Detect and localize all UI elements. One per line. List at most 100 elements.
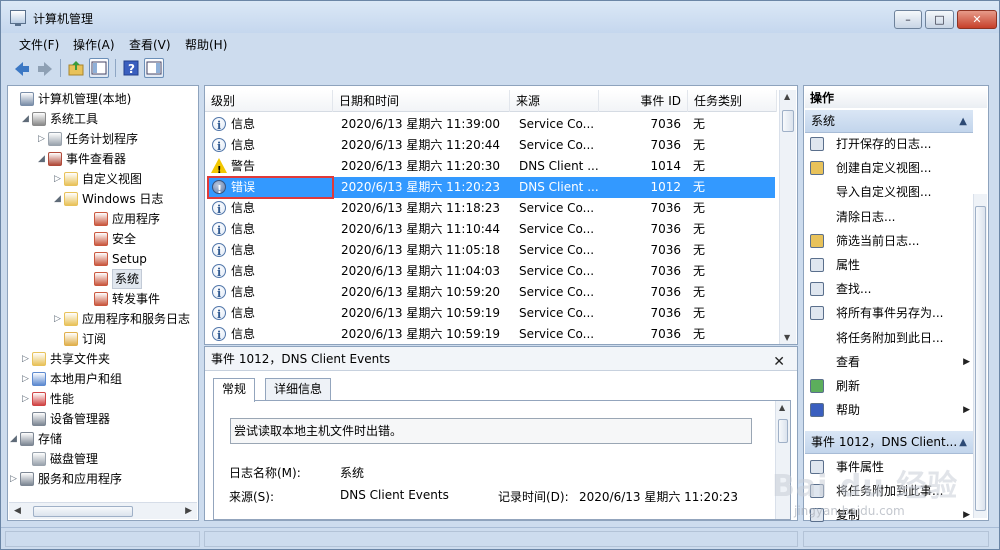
- scrollbar-thumb[interactable]: [778, 419, 788, 443]
- scroll-up-icon[interactable]: ▲: [784, 92, 790, 101]
- show-hide-tree-button[interactable]: [89, 58, 109, 78]
- action-item[interactable]: 导入自定义视图...: [808, 181, 972, 203]
- action-item[interactable]: 刷新: [808, 375, 972, 397]
- tree-item[interactable]: 计算机管理(本地): [8, 89, 194, 109]
- tree-item[interactable]: ▷ 性能: [8, 389, 194, 409]
- event-row[interactable]: 信息 2020/6/13 星期六 11:04:03 Service Co... 703…: [207, 261, 775, 283]
- tree-item[interactable]: ▷ 任务计划程序: [8, 129, 194, 149]
- event-level: 信息: [231, 285, 256, 299]
- back-button[interactable]: [11, 58, 31, 78]
- close-detail-icon[interactable]: ✕: [773, 350, 785, 374]
- actions-group-event[interactable]: 事件 1012，DNS Client... ▲: [805, 431, 973, 454]
- action-item[interactable]: 打开保存的日志...: [808, 133, 972, 155]
- tree-item-label: 订阅: [82, 332, 107, 346]
- event-id: 7036: [650, 306, 681, 320]
- expand-arrow-icon[interactable]: ▷: [38, 129, 48, 149]
- column-header-event-id[interactable]: 事件 ID: [599, 90, 688, 112]
- expand-arrow-icon[interactable]: ▷: [54, 169, 64, 189]
- computer-icon: [20, 92, 34, 106]
- action-item[interactable]: 查找...: [808, 278, 972, 300]
- tree-horizontal-scrollbar[interactable]: ◀ ▶: [9, 502, 197, 519]
- scrollbar-thumb[interactable]: [975, 206, 986, 511]
- expand-arrow-icon[interactable]: ▷: [10, 469, 20, 489]
- actions-group-system[interactable]: 系统 ▲: [805, 110, 973, 133]
- tree-item[interactable]: ▷ 服务和应用程序: [8, 469, 194, 489]
- actions-vertical-scrollbar[interactable]: [973, 194, 987, 518]
- up-level-button[interactable]: [66, 58, 86, 78]
- tree-item[interactable]: Setup: [8, 249, 194, 269]
- event-source: Service Co...: [519, 138, 595, 152]
- tree-item[interactable]: 订阅: [8, 329, 194, 349]
- tree-item[interactable]: ◢ Windows 日志: [8, 189, 194, 209]
- action-item[interactable]: 帮助 ▶: [808, 399, 972, 421]
- tree-item[interactable]: ◢ 事件查看器: [8, 149, 194, 169]
- scrollbar-thumb[interactable]: [33, 506, 133, 517]
- action-item[interactable]: 清除日志...: [808, 206, 972, 228]
- tree-item[interactable]: ▷ 应用程序和服务日志: [8, 309, 194, 329]
- column-header-source[interactable]: 来源: [510, 90, 599, 112]
- actions-header: 操作: [805, 88, 987, 108]
- minimize-button[interactable]: –: [894, 10, 922, 29]
- tree-item[interactable]: ▷ 自定义视图: [8, 169, 194, 189]
- close-button[interactable]: ✕: [957, 10, 997, 29]
- action-item[interactable]: 将任务附加到此日...: [808, 327, 972, 349]
- tree-item[interactable]: 设备管理器: [8, 409, 194, 429]
- event-row[interactable]: 信息 2020/6/13 星期六 11:05:18 Service Co... 703…: [207, 240, 775, 262]
- event-row[interactable]: 信息 2020/6/13 星期六 11:10:44 Service Co... 703…: [207, 219, 775, 241]
- event-datetime: 2020/6/13 星期六 11:39:00: [341, 117, 501, 131]
- menu-view[interactable]: 查看(V): [129, 36, 171, 53]
- action-item[interactable]: 筛选当前日志...: [808, 230, 972, 252]
- tree-item[interactable]: ◢ 系统工具: [8, 109, 194, 129]
- menu-action[interactable]: 操作(A): [73, 36, 115, 53]
- expand-arrow-icon[interactable]: ▷: [54, 309, 64, 329]
- tree-item[interactable]: 磁盘管理: [8, 449, 194, 469]
- tree-item[interactable]: 系统: [8, 269, 194, 289]
- tab-details[interactable]: 详细信息: [265, 378, 332, 401]
- tree-item[interactable]: 安全: [8, 229, 194, 249]
- collapse-arrow-icon[interactable]: ◢: [54, 189, 64, 209]
- event-level: 信息: [231, 138, 256, 152]
- help-toolbar-button[interactable]: ?: [121, 58, 141, 78]
- event-row[interactable]: 信息 2020/6/13 星期六 10:59:19 Service Co... 703…: [207, 303, 775, 325]
- expand-arrow-icon[interactable]: ▷: [22, 369, 32, 389]
- collapse-arrow-icon[interactable]: ◢: [10, 429, 20, 449]
- menu-file[interactable]: 文件(F): [19, 36, 59, 53]
- action-item[interactable]: 属性: [808, 254, 972, 276]
- scroll-left-icon[interactable]: ◀: [14, 506, 21, 516]
- tree-item[interactable]: ▷ 共享文件夹: [8, 349, 194, 369]
- event-row[interactable]: 信息 2020/6/13 星期六 11:39:00 Service Co... 703…: [207, 114, 775, 136]
- event-list-vertical-scrollbar[interactable]: ▲ ▼: [779, 90, 796, 344]
- tab-general[interactable]: 常规: [213, 378, 256, 402]
- tree-item[interactable]: 转发事件: [8, 289, 194, 309]
- column-header-datetime[interactable]: 日期和时间: [333, 90, 510, 112]
- tree-item[interactable]: ◢ 存储: [8, 429, 194, 449]
- expand-arrow-icon[interactable]: ▷: [22, 389, 32, 409]
- event-row[interactable]: 信息 2020/6/13 星期六 11:18:23 Service Co... 703…: [207, 198, 775, 220]
- event-row[interactable]: 信息 2020/6/13 星期六 10:59:20 Service Co... 703…: [207, 282, 775, 304]
- expand-arrow-icon[interactable]: ▷: [22, 349, 32, 369]
- scroll-up-icon[interactable]: ▲: [779, 403, 785, 412]
- event-row[interactable]: 警告 2020/6/13 星期六 11:20:30 DNS Client ... 10…: [207, 156, 775, 181]
- forward-button[interactable]: [34, 58, 54, 78]
- title-bar[interactable]: 计算机管理 – □ ✕: [1, 1, 999, 33]
- menu-help[interactable]: 帮助(H): [185, 36, 227, 53]
- tree-item[interactable]: 应用程序: [8, 209, 194, 229]
- scrollbar-thumb[interactable]: [782, 110, 794, 132]
- maximize-button[interactable]: □: [925, 10, 954, 29]
- scroll-right-icon[interactable]: ▶: [185, 506, 192, 516]
- collapse-icon[interactable]: ▲: [959, 110, 967, 132]
- collapse-icon[interactable]: ▲: [959, 431, 967, 453]
- event-row[interactable]: 信息 2020/6/13 星期六 10:59:19 Service Co... 703…: [207, 324, 775, 344]
- action-item[interactable]: 将所有事件另存为...: [808, 302, 972, 324]
- event-level: 信息: [231, 306, 256, 320]
- action-item[interactable]: 查看 ▶: [808, 351, 972, 373]
- tree-item[interactable]: ▷ 本地用户和组: [8, 369, 194, 389]
- show-hide-action-pane-button[interactable]: [144, 58, 164, 78]
- collapse-arrow-icon[interactable]: ◢: [38, 149, 48, 169]
- collapse-arrow-icon[interactable]: ◢: [22, 109, 32, 129]
- column-header-level[interactable]: 级别: [205, 90, 333, 112]
- event-row[interactable]: 信息 2020/6/13 星期六 11:20:44 Service Co... 703…: [207, 135, 775, 157]
- column-header-task-category[interactable]: 任务类别: [688, 90, 777, 112]
- scroll-down-icon[interactable]: ▼: [784, 333, 790, 342]
- action-item[interactable]: 创建自定义视图...: [808, 157, 972, 179]
